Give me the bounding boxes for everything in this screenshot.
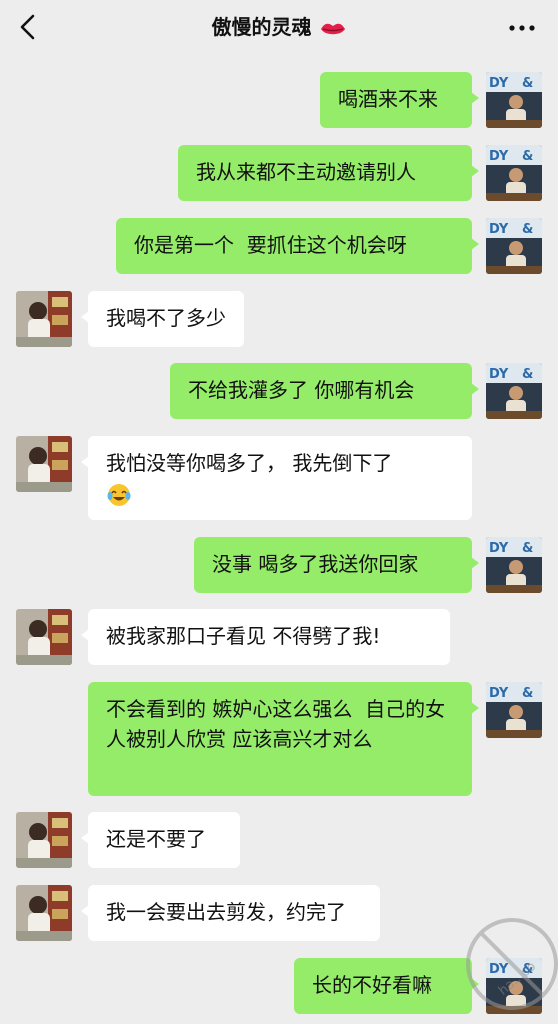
- message-row: 没事 喝多了我送你回家 DY &: [0, 537, 558, 593]
- message-text: 长的不好看嘛: [312, 973, 432, 997]
- avatar-image: DY &: [486, 218, 542, 274]
- message-bubble[interactable]: 你是第一个 要抓住这个机会呀: [116, 218, 479, 274]
- avatar[interactable]: [16, 609, 72, 665]
- svg-text:&: &: [522, 541, 533, 556]
- avatar[interactable]: [16, 436, 72, 492]
- svg-text:&: &: [522, 222, 533, 237]
- chat-title: 傲慢的灵魂: [211, 15, 312, 39]
- message-text: 还是不要了: [106, 827, 206, 851]
- avatar[interactable]: DY &: [486, 72, 542, 128]
- svg-text:DY: DY: [489, 686, 509, 701]
- watermark-logo-icon: ha...co: [466, 918, 558, 1010]
- svg-text:DY: DY: [489, 149, 509, 164]
- message-text: 你是第一个 要抓住这个机会呀: [134, 233, 407, 257]
- message-text: 我喝不了多少: [106, 306, 226, 330]
- lips-icon: [321, 23, 346, 34]
- message-row: 喝酒来不来 DY &: [0, 72, 558, 128]
- avatar[interactable]: DY &: [486, 537, 542, 593]
- message-row: 你是第一个 要抓住这个机会呀 DY &: [0, 218, 558, 274]
- avatar-image: DY &: [486, 72, 542, 128]
- message-text: 不会看到的 嫉妒心这么强么 自己的女人被别人欣赏 应该高兴才对么: [106, 697, 446, 751]
- svg-text:&: &: [522, 149, 533, 164]
- message-bubble[interactable]: 没事 喝多了我送你回家: [194, 537, 479, 593]
- svg-text:&: &: [522, 367, 533, 382]
- avatar-image: [16, 436, 72, 492]
- message-bubble[interactable]: 被我家那口子看见 不得劈了我!: [81, 609, 450, 665]
- avatar-image: DY &: [486, 145, 542, 201]
- avatar-image: [16, 291, 72, 347]
- message-row: 不给我灌多了 你哪有机会 DY &: [0, 363, 558, 419]
- message-row: 不会看到的 嫉妒心这么强么 自己的女人被别人欣赏 应该高兴才对么 DY &: [0, 682, 558, 796]
- message-text: 我怕没等你喝多了， 我先倒下了: [106, 451, 393, 475]
- message-text: 没事 喝多了我送你回家: [212, 552, 419, 576]
- more-dots-icon[interactable]: [508, 18, 536, 38]
- message-bubble[interactable]: 我怕没等你喝多了， 我先倒下了: [81, 436, 472, 520]
- message-bubble[interactable]: 我从来都不主动邀请别人: [178, 145, 479, 201]
- chat-title-wrap: 傲慢的灵魂: [0, 14, 558, 40]
- tears-of-joy-emoji: [107, 483, 131, 506]
- message-row: 还是不要了: [0, 812, 558, 868]
- avatar[interactable]: [16, 291, 72, 347]
- message-text: 被我家那口子看见 不得劈了我!: [106, 624, 381, 648]
- svg-text:DY: DY: [489, 367, 509, 382]
- message-bubble[interactable]: 还是不要了: [81, 812, 240, 868]
- watermark-text: ha...co: [496, 959, 539, 999]
- avatar-image: DY &: [486, 363, 542, 419]
- avatar-image: [16, 812, 72, 868]
- avatar[interactable]: DY &: [486, 218, 542, 274]
- avatar[interactable]: DY &: [486, 145, 542, 201]
- message-bubble[interactable]: 长的不好看嘛: [294, 958, 479, 1014]
- message-row: 我喝不了多少: [0, 291, 558, 347]
- svg-text:DY: DY: [489, 541, 509, 556]
- message-bubble[interactable]: 喝酒来不来: [320, 72, 479, 128]
- svg-text:DY: DY: [489, 222, 509, 237]
- message-row: 我从来都不主动邀请别人 DY &: [0, 145, 558, 201]
- avatar-image: [16, 609, 72, 665]
- message-row: 我怕没等你喝多了， 我先倒下了: [0, 436, 558, 520]
- avatar[interactable]: DY &: [486, 682, 542, 738]
- avatar-image: DY &: [486, 682, 542, 738]
- svg-text:&: &: [522, 76, 533, 91]
- message-bubble[interactable]: 不会看到的 嫉妒心这么强么 自己的女人被别人欣赏 应该高兴才对么: [88, 682, 479, 796]
- message-text: 我从来都不主动邀请别人: [196, 160, 416, 184]
- avatar-image: DY &: [486, 537, 542, 593]
- avatar[interactable]: DY &: [486, 363, 542, 419]
- avatar[interactable]: [16, 812, 72, 868]
- message-bubble[interactable]: 我喝不了多少: [81, 291, 244, 347]
- chat-header: 傲慢的灵魂: [0, 0, 558, 56]
- message-bubble[interactable]: 不给我灌多了 你哪有机会: [170, 363, 479, 419]
- message-text: 喝酒来不来: [338, 87, 438, 111]
- avatar[interactable]: [16, 885, 72, 941]
- avatar-image: [16, 885, 72, 941]
- svg-text:DY: DY: [489, 76, 509, 91]
- svg-text:&: &: [522, 686, 533, 701]
- message-text: 不给我灌多了 你哪有机会: [188, 378, 415, 402]
- message-row: 被我家那口子看见 不得劈了我!: [0, 609, 558, 665]
- message-text: 我一会要出去剪发，约完了: [106, 900, 346, 924]
- message-bubble[interactable]: 我一会要出去剪发，约完了: [81, 885, 380, 941]
